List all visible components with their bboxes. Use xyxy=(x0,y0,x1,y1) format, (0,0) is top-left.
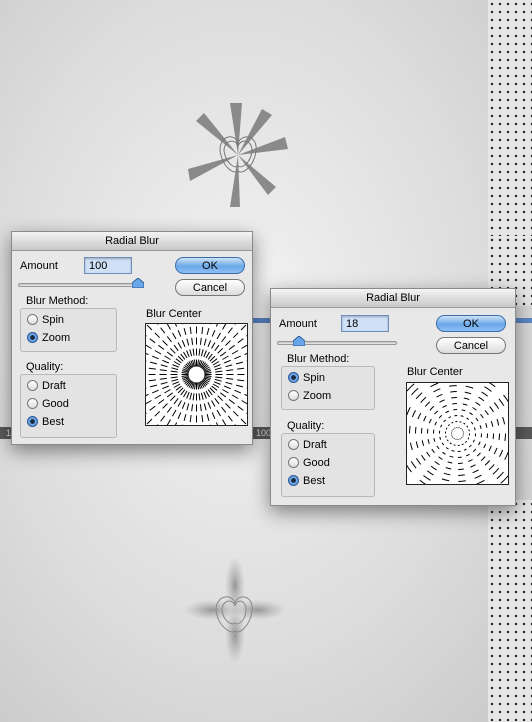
radio-spin-indicator[interactable] xyxy=(27,313,38,325)
blur-center-preview[interactable] xyxy=(126,304,267,445)
canvas-zoom-text-right: 100 xyxy=(256,428,272,438)
radio-good[interactable]: Good xyxy=(27,396,69,412)
blur-method-group: Spin Zoom xyxy=(281,366,375,410)
radio-zoom-indicator[interactable] xyxy=(288,389,299,401)
blur-center-preview[interactable] xyxy=(390,367,525,500)
apple-zoom-blur-artwork xyxy=(184,557,286,663)
blur-center-label: Blur Center xyxy=(146,308,202,320)
radio-zoom-label: Zoom xyxy=(42,332,71,344)
dialog-title: Radial Blur xyxy=(12,232,252,251)
radio-good-indicator[interactable] xyxy=(27,397,38,409)
radio-draft-label: Draft xyxy=(42,380,66,392)
apple-spin-blur-artwork xyxy=(188,103,288,207)
spin-blur-pattern xyxy=(390,367,525,500)
radio-zoom[interactable]: Zoom xyxy=(27,330,70,346)
radio-good-label: Good xyxy=(42,398,69,410)
radio-good-label: Good xyxy=(303,457,330,469)
amount-label: Amount xyxy=(20,260,58,272)
dialog-title: Radial Blur xyxy=(271,289,515,308)
amount-slider-track[interactable] xyxy=(18,283,138,287)
blur-center-label: Blur Center xyxy=(407,366,463,378)
amount-input[interactable]: 18 xyxy=(341,315,389,332)
blur-method-label: Blur Method: xyxy=(287,353,350,365)
radio-best-label: Best xyxy=(42,416,65,428)
radio-zoom-indicator[interactable] xyxy=(27,331,38,343)
radio-best[interactable]: Best xyxy=(27,414,64,430)
amount-input[interactable]: 100 xyxy=(84,257,132,274)
radio-spin-label: Spin xyxy=(42,314,65,326)
radio-zoom[interactable]: Zoom xyxy=(288,388,331,404)
radio-zoom-label: Zoom xyxy=(303,390,332,402)
radio-draft-indicator[interactable] xyxy=(27,379,38,391)
zoom-blur-pattern xyxy=(126,304,267,445)
radio-draft-label: Draft xyxy=(303,439,327,451)
radio-draft-indicator[interactable] xyxy=(288,438,299,450)
radio-good-indicator[interactable] xyxy=(288,456,299,468)
blur-method-label: Blur Method: xyxy=(26,295,89,307)
radial-blur-dialog-zoom: Radial Blur Amount 100 OK Cancel Blur Me… xyxy=(11,231,267,445)
quality-group: Draft Good Best xyxy=(20,374,117,438)
dotted-pattern-right-bottom xyxy=(488,500,532,722)
quality-label: Quality: xyxy=(26,361,64,373)
radio-best-indicator[interactable] xyxy=(27,415,38,427)
ok-button[interactable]: OK xyxy=(175,257,245,274)
dotted-pattern-right-top xyxy=(488,0,532,236)
radio-best-indicator[interactable] xyxy=(288,474,299,486)
radio-spin-label: Spin xyxy=(303,372,326,384)
blur-method-group: Spin Zoom xyxy=(20,308,117,352)
radio-best-label: Best xyxy=(303,475,326,487)
radio-draft[interactable]: Draft xyxy=(288,437,327,453)
ok-button[interactable]: OK xyxy=(436,315,506,332)
radio-spin-indicator[interactable] xyxy=(288,371,299,383)
amount-label: Amount xyxy=(279,318,317,330)
radio-spin[interactable]: Spin xyxy=(27,312,64,328)
radial-blur-dialog-spin: Radial Blur Amount 18 OK Cancel Blur Met… xyxy=(270,288,525,506)
cancel-button[interactable]: Cancel xyxy=(436,337,506,354)
quality-label: Quality: xyxy=(287,420,325,432)
radio-best[interactable]: Best xyxy=(288,473,325,489)
radio-spin[interactable]: Spin xyxy=(288,370,325,386)
cancel-button[interactable]: Cancel xyxy=(175,279,245,296)
radio-draft[interactable]: Draft xyxy=(27,378,66,394)
radio-good[interactable]: Good xyxy=(288,455,330,471)
quality-group: Draft Good Best xyxy=(281,433,375,497)
